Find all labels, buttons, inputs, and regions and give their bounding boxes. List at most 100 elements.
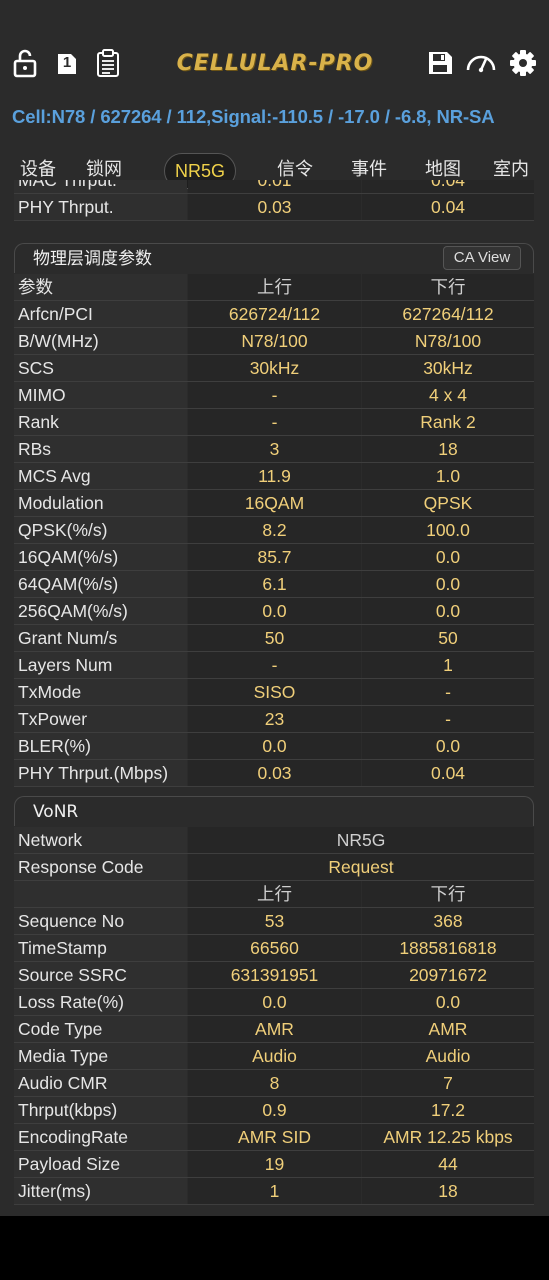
row-ul-value: 85.7 <box>188 544 361 570</box>
gear-icon[interactable] <box>509 48 537 78</box>
ca-view-button[interactable]: CA View <box>443 246 521 270</box>
table-row: TxMode SISO - <box>14 679 534 706</box>
row-dl-value: AMR 12.25 kbps <box>362 1124 534 1150</box>
table-row: SCS 30kHz 30kHz <box>14 355 534 382</box>
row-label: Grant Num/s <box>14 625 187 651</box>
row-ul-value: 3 <box>188 436 361 462</box>
table-row: Source SSRC 631391951 20971672 <box>14 962 534 989</box>
row-label: PHY Thrput.(Mbps) <box>14 760 187 786</box>
row-label: Arfcn/PCI <box>14 301 187 327</box>
table-row: EncodingRate AMR SID AMR 12.25 kbps <box>14 1124 534 1151</box>
cell-info-line: Cell:N78 / 627264 / 112,Signal:-110.5 / … <box>12 106 495 127</box>
row-dl-value: 0.04 <box>362 180 534 193</box>
row-ul-value: 0.0 <box>188 598 361 624</box>
header-downlink: 下行 <box>362 881 534 907</box>
row-dl-value: 1.0 <box>362 463 534 489</box>
row-label: Layers Num <box>14 652 187 678</box>
row-dl-value: 20971672 <box>362 962 534 988</box>
row-label: Modulation <box>14 490 187 516</box>
row-label: Thrput(kbps) <box>14 1097 187 1123</box>
row-dl-value: 627264/112 <box>362 301 534 327</box>
row-dl-value: 17.2 <box>362 1097 534 1123</box>
row-label: TxMode <box>14 679 187 705</box>
row-dl-value: - <box>362 706 534 732</box>
row-label: Source SSRC <box>14 962 187 988</box>
row-dl-value: 1885816818 <box>362 935 534 961</box>
row-ul-value: AMR SID <box>188 1124 361 1150</box>
table-header-row: 参数 上行 下行 <box>14 274 534 301</box>
row-label: 64QAM(%/s) <box>14 571 187 597</box>
row-ul-value: - <box>188 382 361 408</box>
table-row: Sequence No 53 368 <box>14 908 534 935</box>
row-ul-value: 19 <box>188 1151 361 1177</box>
row-label: MIMO <box>14 382 187 408</box>
row-label: MAC Thrput. <box>14 180 187 193</box>
row-dl-value: 30kHz <box>362 355 534 381</box>
unlock-icon[interactable] <box>11 48 39 78</box>
table-row: Rank - Rank 2 <box>14 409 534 436</box>
row-label: Audio CMR <box>14 1070 187 1096</box>
row-ul-value: 0.03 <box>188 760 361 786</box>
page-one-icon[interactable]: 1 <box>53 48 81 78</box>
row-label: MCS Avg <box>14 463 187 489</box>
row-ul-value: AMR <box>188 1016 361 1042</box>
table-row: QPSK(%/s) 8.2 100.0 <box>14 517 534 544</box>
table-row: 16QAM(%/s) 85.7 0.0 <box>14 544 534 571</box>
row-ul-value: 0.0 <box>188 989 361 1015</box>
row-ul-value: - <box>188 652 361 678</box>
table-row: Arfcn/PCI 626724/112 627264/112 <box>14 301 534 328</box>
network-label: Network <box>14 827 187 853</box>
row-label: Rank <box>14 409 187 435</box>
table-row: Jitter(ms) 1 18 <box>14 1178 534 1205</box>
app-screen: 1 CELLULAR-PRO Cell:N78 / 627264 / 112,S… <box>0 0 549 1216</box>
row-label: Payload Size <box>14 1151 187 1177</box>
row-ul-value: 0.01 <box>188 180 361 193</box>
row-dl-value: 50 <box>362 625 534 651</box>
row-ul-value: SISO <box>188 679 361 705</box>
top-toolbar: 1 CELLULAR-PRO <box>0 40 549 88</box>
speedometer-icon[interactable] <box>465 48 497 78</box>
clipboard-icon[interactable] <box>94 48 122 78</box>
row-ul-value: 8.2 <box>188 517 361 543</box>
table-row: Modulation 16QAM QPSK <box>14 490 534 517</box>
page-badge-number: 1 <box>62 54 72 71</box>
row-dl-value: 18 <box>362 1178 534 1204</box>
vonr-table: Network NR5G Response Code Request 上行 下行… <box>14 827 534 1205</box>
table-row: Grant Num/s 50 50 <box>14 625 534 652</box>
table-row: Payload Size 19 44 <box>14 1151 534 1178</box>
network-row: Network NR5G <box>14 827 534 854</box>
row-ul-value: 8 <box>188 1070 361 1096</box>
row-ul-value: 0.03 <box>188 194 361 220</box>
table-row: Audio CMR 8 7 <box>14 1070 534 1097</box>
save-icon[interactable] <box>426 48 454 78</box>
row-dl-value: 0.0 <box>362 733 534 759</box>
table-row: B/W(MHz) N78/100 N78/100 <box>14 328 534 355</box>
table-row: Media Type Audio Audio <box>14 1043 534 1070</box>
partial-rows: MAC Thrput. 0.01 0.04 PHY Thrput. 0.03 0… <box>14 180 534 234</box>
response-code-value: Request <box>188 854 534 880</box>
response-code-label: Response Code <box>14 854 187 880</box>
vonr-header-row: 上行 下行 <box>14 881 534 908</box>
phy-section-title: 物理层调度参数 <box>33 249 152 269</box>
row-label: EncodingRate <box>14 1124 187 1150</box>
row-dl-value: Audio <box>362 1043 534 1069</box>
row-dl-value: AMR <box>362 1016 534 1042</box>
header-param: 参数 <box>14 274 187 300</box>
row-ul-value: 626724/112 <box>188 301 361 327</box>
row-label: 16QAM(%/s) <box>14 544 187 570</box>
row-dl-value: 0.0 <box>362 544 534 570</box>
row-ul-value: 1 <box>188 1178 361 1204</box>
row-dl-value: 0.0 <box>362 989 534 1015</box>
row-ul-value: N78/100 <box>188 328 361 354</box>
table-row: MCS Avg 11.9 1.0 <box>14 463 534 490</box>
table-row: PHY Thrput. 0.03 0.04 <box>14 194 534 221</box>
row-dl-value: 18 <box>362 436 534 462</box>
row-ul-value: 0.9 <box>188 1097 361 1123</box>
row-ul-value: Audio <box>188 1043 361 1069</box>
row-label: Media Type <box>14 1043 187 1069</box>
row-label: Jitter(ms) <box>14 1178 187 1204</box>
phy-params-table: 参数 上行 下行 Arfcn/PCI 626724/112 627264/112 B/… <box>14 274 534 787</box>
vonr-section-title: VoNR <box>33 802 79 822</box>
row-dl-value: 0.0 <box>362 598 534 624</box>
table-row: MIMO -4 x 4 <box>14 382 534 409</box>
